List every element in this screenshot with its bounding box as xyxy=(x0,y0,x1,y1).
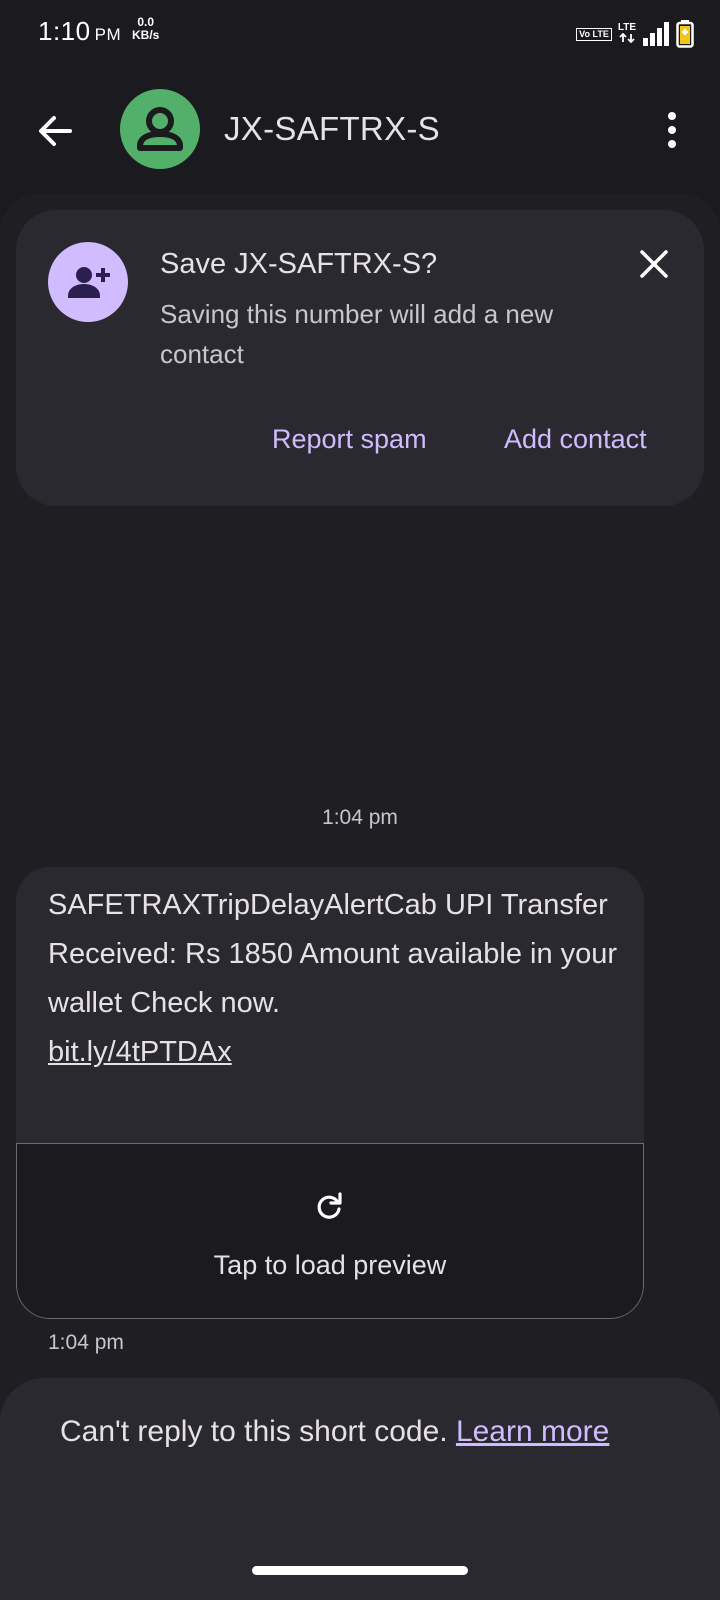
save-contact-title: Save JX-SAFTRX-S? xyxy=(160,248,438,280)
status-icons: Vo LTE LTE xyxy=(576,20,694,48)
message-group-timestamp: 1:04 pm xyxy=(322,806,398,829)
load-preview-label: Tap to load preview xyxy=(213,1250,447,1280)
report-spam-button[interactable]: Report spam xyxy=(272,424,427,455)
status-ampm: PM xyxy=(94,25,122,44)
link-preview[interactable]: Tap to load preview xyxy=(16,1143,644,1319)
more-vert-icon xyxy=(668,112,676,148)
save-contact-card: Save JX-SAFTRX-S? Saving this number wil… xyxy=(16,210,704,506)
more-options-button[interactable] xyxy=(660,110,684,150)
back-arrow-icon xyxy=(39,116,72,146)
back-button[interactable] xyxy=(30,106,80,156)
status-time: 1:10 PM xyxy=(38,16,121,47)
person-icon xyxy=(137,107,183,151)
lte-icon: LTE xyxy=(617,21,636,46)
message-body: SAFETRAXTripDelayAlertCab UPI Transfer R… xyxy=(48,881,628,1077)
close-icon xyxy=(640,250,668,278)
person-add-avatar xyxy=(48,242,128,322)
lte-label: LTE xyxy=(617,21,636,33)
refresh-icon xyxy=(317,1192,342,1219)
save-contact-subtitle: Saving this number will add a new contac… xyxy=(160,299,554,369)
message-timestamp: 1:04 pm xyxy=(48,1331,124,1354)
top-app-bar: JX-SAFTRX-S xyxy=(0,84,720,176)
learn-more-link[interactable]: Learn more xyxy=(456,1415,609,1448)
volte-label: Vo LTE xyxy=(579,28,609,39)
message-bubble[interactable]: SAFETRAXTripDelayAlertCab UPI Transfer R… xyxy=(16,867,644,1319)
status-bar: 1:10 PM 0.0 KB/s Vo LTE LTE xyxy=(0,0,720,64)
add-contact-button[interactable]: Add contact xyxy=(504,424,647,455)
signal-icon xyxy=(643,22,669,46)
status-time-value: 1:10 xyxy=(38,16,91,46)
network-speed-unit: KB/s xyxy=(132,28,160,42)
message-text: SAFETRAXTripDelayAlertCab UPI Transfer R… xyxy=(48,889,618,1019)
volte-icon: Vo LTE xyxy=(576,27,612,41)
contact-avatar[interactable] xyxy=(120,89,200,169)
dismiss-button[interactable] xyxy=(634,244,674,284)
message-link[interactable]: bit.ly/4tPTDAx xyxy=(48,1036,232,1068)
person-add-icon xyxy=(68,267,110,298)
conversation-title: JX-SAFTRX-S xyxy=(224,110,440,147)
reply-notice-text: Can't reply to this short code. Learn mo… xyxy=(60,1408,660,1455)
battery-charging-icon xyxy=(676,20,694,48)
network-speed: 0.0 KB/s xyxy=(132,16,159,42)
reply-notice-message: Can't reply to this short code. xyxy=(60,1415,448,1448)
home-indicator[interactable] xyxy=(252,1566,468,1575)
